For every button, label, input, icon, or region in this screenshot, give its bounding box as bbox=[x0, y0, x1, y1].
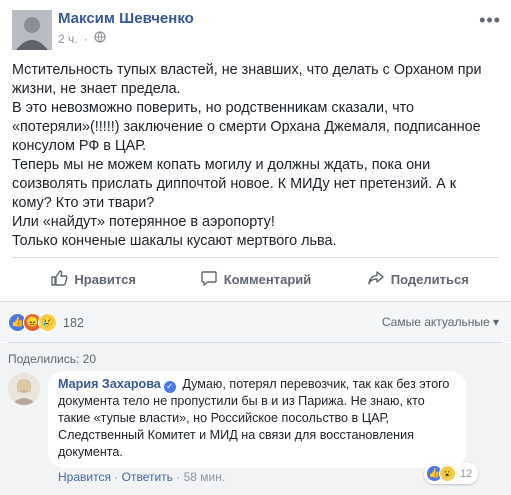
more-options-icon[interactable]: ••• bbox=[479, 10, 501, 31]
comment-time[interactable]: 58 мин. bbox=[184, 470, 226, 484]
sort-label: Самые актуальные bbox=[381, 315, 490, 329]
comment-like-link[interactable]: Нравится bbox=[58, 470, 111, 484]
comment-reply-link[interactable]: Ответить bbox=[122, 470, 173, 484]
thumbs-up-icon bbox=[50, 269, 68, 290]
sad-reaction-icon: 😢 bbox=[38, 313, 57, 332]
comment-actions: Нравится · Ответить · 58 мин. bbox=[58, 470, 225, 484]
reactions-bar[interactable]: 👍 😠 😢 182 bbox=[8, 313, 84, 332]
share-button[interactable]: Поделиться bbox=[337, 262, 499, 296]
author-avatar[interactable] bbox=[12, 10, 52, 50]
post-actions: Нравится Комментарий Поделиться bbox=[12, 262, 499, 296]
commenter-avatar[interactable] bbox=[8, 373, 40, 405]
reaction-count: 182 bbox=[63, 315, 84, 330]
wow-reaction-icon: 😮 bbox=[439, 465, 456, 482]
avatar-photo bbox=[12, 10, 52, 50]
share-label: Поделиться bbox=[390, 271, 469, 287]
post-paragraph: В это невозможно поверить, но родственни… bbox=[12, 100, 481, 154]
post-paragraph: Или «найдут» потерянное в аэропорту! bbox=[12, 214, 275, 230]
verified-badge-icon: ✓ bbox=[163, 380, 176, 393]
like-button[interactable]: Нравится bbox=[12, 262, 174, 296]
post-paragraph: Мстительность тупых властей, не знавших,… bbox=[12, 62, 482, 97]
post-paragraph: Только конченые шакалы кусают мертвого л… bbox=[12, 233, 337, 249]
dot-separator: · bbox=[83, 31, 88, 46]
comment-sort-dropdown[interactable]: Самые актуальные ▾ bbox=[382, 315, 499, 329]
post-meta: 2 ч. · bbox=[58, 31, 106, 46]
comment-button[interactable]: Комментарий bbox=[174, 262, 336, 296]
divider bbox=[12, 257, 499, 258]
commenter-name[interactable]: Мария Захарова bbox=[58, 377, 161, 391]
comment-reactions[interactable]: 👍 😮 12 bbox=[424, 463, 479, 484]
share-arrow-icon bbox=[367, 269, 385, 290]
like-label: Нравится bbox=[74, 271, 136, 287]
post-author-name[interactable]: Максим Шевченко bbox=[58, 10, 194, 27]
comment-reaction-count: 12 bbox=[460, 467, 473, 480]
comment-icon bbox=[200, 269, 218, 290]
commenter-photo bbox=[8, 373, 40, 405]
reactions-summary: 👍 😠 😢 182 Самые актуальные ▾ bbox=[0, 302, 511, 342]
dot-separator: · bbox=[176, 470, 184, 484]
dot-separator: · bbox=[114, 470, 122, 484]
globe-icon bbox=[93, 31, 106, 46]
post-time[interactable]: 2 ч. bbox=[58, 32, 78, 46]
caret-down-icon: ▾ bbox=[492, 315, 499, 329]
post-paragraph: Теперь мы не можем копать могилу и должн… bbox=[12, 157, 457, 211]
comment-bubble: Мария Захарова ✓ Думаю, потерял перевозчи… bbox=[48, 371, 466, 468]
shares-count[interactable]: Поделились: 20 bbox=[8, 352, 96, 366]
comment-label: Комментарий bbox=[223, 271, 312, 287]
comments-section: Поделились: 20 Мария Захарова ✓ Думаю, по… bbox=[0, 343, 511, 495]
post-text: Мстительность тупых властей, не знавших,… bbox=[12, 61, 492, 251]
